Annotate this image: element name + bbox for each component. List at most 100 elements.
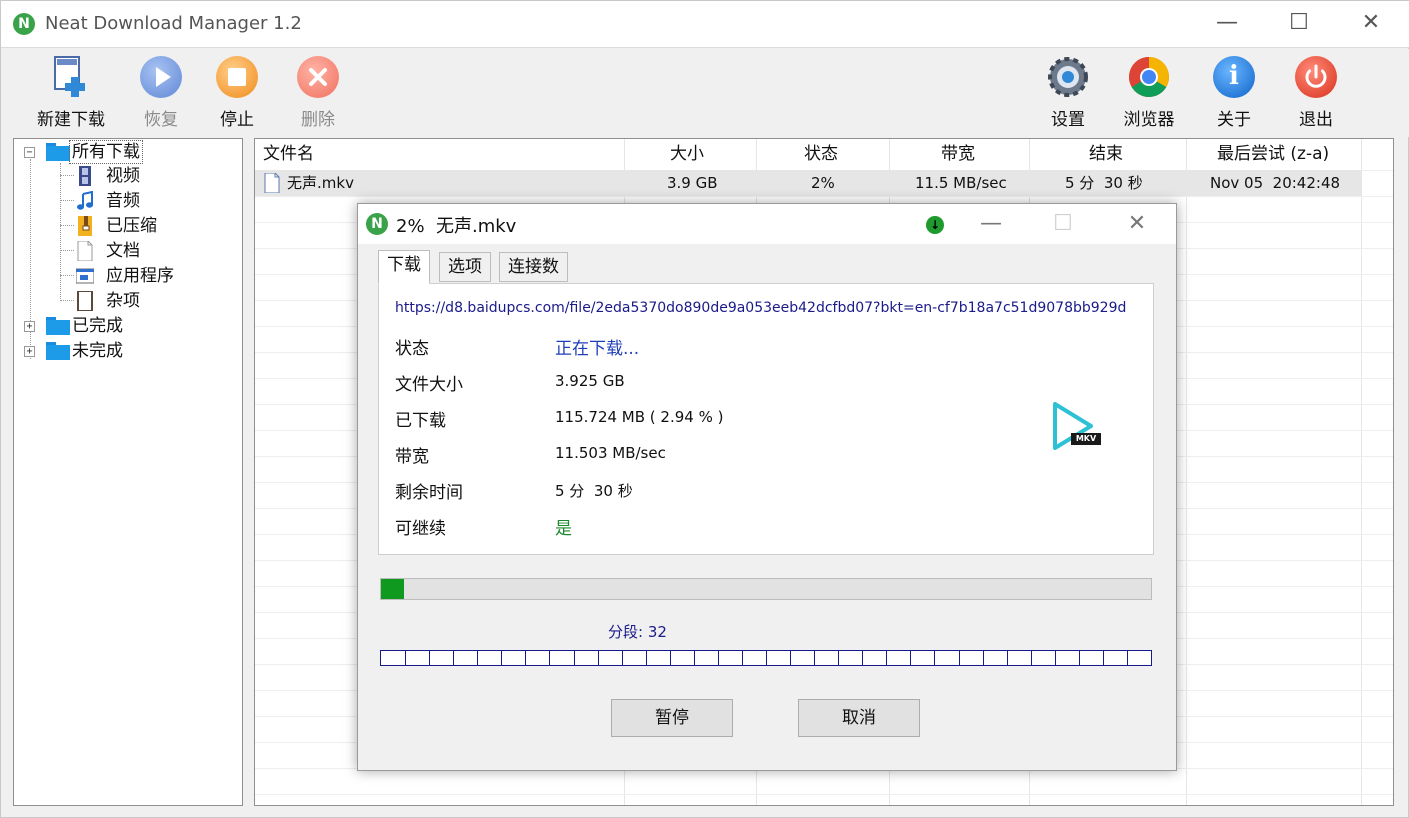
application-icon (76, 268, 94, 284)
tab-download[interactable]: 下载 (378, 250, 430, 284)
tree-item-applications[interactable]: 应用程序 (76, 264, 226, 288)
expand-icon[interactable]: + (24, 346, 35, 357)
tree-connector (60, 163, 61, 299)
dialog-minimize-button[interactable]: — (966, 208, 1016, 240)
tree-item-incomplete[interactable]: 未完成 (46, 339, 236, 363)
browser-button[interactable]: 浏览器 (1109, 53, 1189, 133)
downloaded-value: 115.724 MB ( 2.94 % ) (555, 408, 724, 426)
resume-button[interactable]: 恢复 (121, 53, 201, 133)
expand-icon[interactable]: + (24, 321, 35, 332)
about-button[interactable]: i 关于 (1194, 53, 1274, 133)
resumable-value: 是 (555, 519, 572, 539)
music-note-icon (77, 191, 93, 210)
delete-button[interactable]: 删除 (278, 53, 358, 133)
tab-connections[interactable]: 连接数 (499, 252, 568, 282)
bandwidth-label: 带宽 (395, 447, 429, 467)
cell-status: 2% (811, 174, 835, 192)
resume-label: 恢复 (144, 110, 178, 130)
tree-item-video[interactable]: 视频 (76, 164, 226, 188)
archive-icon (78, 216, 92, 236)
segment-divider (405, 651, 406, 665)
tree-item-label: 文档 (106, 241, 140, 261)
gear-icon (1048, 57, 1088, 97)
toolbar: 新建下载 恢复 停止 删除 设置 浏览器 i 关于 退出 (1, 49, 1409, 137)
exit-button[interactable]: 退出 (1276, 53, 1356, 133)
settings-label: 设置 (1051, 110, 1085, 130)
column-header-end[interactable]: 结束 (1089, 139, 1123, 169)
tree-connector (60, 300, 74, 301)
segments-bar (380, 650, 1152, 666)
mkv-file-type-icon: MKV (1049, 400, 1105, 456)
app-logo-icon: N (13, 13, 35, 35)
stop-button[interactable]: 停止 (197, 53, 277, 133)
download-progress-dialog: N 2% 无声.mkv ↓ — ☐ ✕ 下载 选项 连接数 https://d8… (357, 203, 1177, 771)
info-icon: i (1212, 55, 1256, 99)
pause-button[interactable]: 暂停 (611, 699, 733, 737)
tree-item-misc[interactable]: 杂项 (76, 289, 226, 313)
tree-item-completed[interactable]: 已完成 (46, 314, 236, 338)
tree-item-label: 视频 (106, 166, 140, 186)
tree-connector (60, 175, 74, 176)
column-header-filename[interactable]: 文件名 (263, 139, 314, 169)
column-header-size[interactable]: 大小 (670, 139, 704, 169)
cell-bandwidth: 11.5 MB/sec (915, 174, 1007, 192)
dialog-maximize-button: ☐ (1053, 211, 1073, 236)
segment-divider (790, 651, 791, 665)
dialog-title: 2% 无声.mkv (396, 216, 517, 237)
settings-button[interactable]: 设置 (1028, 53, 1108, 133)
about-label: 关于 (1217, 110, 1251, 130)
segment-divider (1103, 651, 1104, 665)
folder-icon (46, 317, 70, 335)
column-header-last-try[interactable]: 最后尝试 (z-a) (1217, 139, 1329, 169)
film-icon (79, 166, 91, 186)
tree-item-documents[interactable]: 文档 (76, 239, 226, 263)
maximize-button[interactable]: ☐ (1263, 1, 1335, 47)
segment-divider (983, 651, 984, 665)
segment-divider (646, 651, 647, 665)
segment-divider (477, 651, 478, 665)
download-url: https://d8.baidupcs.com/file/2eda5370do8… (395, 300, 1127, 316)
segment-divider (429, 651, 430, 665)
tree-connector (60, 250, 74, 251)
power-icon (1294, 55, 1338, 99)
new-download-icon (54, 56, 85, 97)
tree-item-audio[interactable]: 音频 (76, 189, 226, 213)
delete-label: 删除 (301, 110, 335, 130)
segment-divider (934, 651, 935, 665)
collapse-icon[interactable]: − (24, 147, 35, 158)
browser-label: 浏览器 (1123, 110, 1175, 130)
app-logo-icon: N (366, 213, 388, 235)
progress-bar (380, 578, 1152, 600)
tree-item-label: 未完成 (72, 341, 123, 361)
category-tree: − 所有下载 视频 音频 已压缩 文档 应用程序 杂项 + 已完成 + 未完成 (13, 138, 243, 806)
segment-divider (742, 651, 743, 665)
tree-item-all-downloads[interactable]: 所有下载 (46, 140, 236, 164)
column-header-status[interactable]: 状态 (804, 139, 838, 169)
grid-row-line (255, 794, 1393, 795)
remaining-time-label: 剩余时间 (395, 483, 463, 503)
segment-divider (525, 651, 526, 665)
segment-divider (694, 651, 695, 665)
table-row[interactable]: 无声.mkv 3.9 GB 2% 11.5 MB/sec 5 分 30 秒 No… (255, 170, 1361, 196)
resume-icon (139, 55, 183, 99)
file-size-value: 3.925 GB (555, 372, 625, 390)
tree-item-label: 杂项 (106, 291, 140, 311)
tree-item-compressed[interactable]: 已压缩 (76, 214, 226, 238)
status-value: 正在下载... (555, 339, 640, 359)
cancel-button[interactable]: 取消 (798, 699, 920, 737)
dialog-close-button[interactable]: ✕ (1112, 208, 1162, 240)
segment-divider (549, 651, 550, 665)
tree-item-label: 已压缩 (106, 216, 157, 236)
folder-icon (46, 143, 70, 161)
folder-icon (46, 342, 70, 360)
segment-divider (622, 651, 623, 665)
close-button[interactable]: ✕ (1335, 1, 1407, 47)
downloaded-label: 已下载 (395, 411, 446, 431)
new-download-button[interactable]: 新建下载 (31, 53, 111, 133)
minimize-button[interactable]: — (1191, 1, 1263, 47)
remaining-time-value: 5 分 30 秒 (555, 482, 633, 500)
column-header-bandwidth[interactable]: 带宽 (941, 139, 975, 169)
column-divider (1186, 139, 1187, 805)
tab-options[interactable]: 选项 (439, 252, 491, 282)
segment-divider (766, 651, 767, 665)
